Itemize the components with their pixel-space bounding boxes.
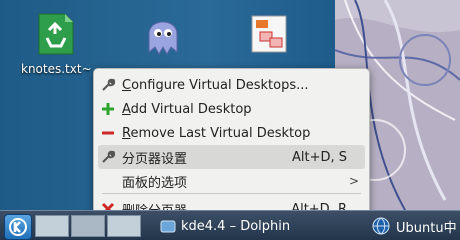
task-label: kde4.4 – Dolphin bbox=[181, 218, 291, 234]
taskbar: kde4.4 – Dolphin Ubuntu中 bbox=[0, 210, 460, 240]
context-menu: Configure Virtual Desktops... Add Virtua… bbox=[93, 68, 370, 225]
dolphin-icon bbox=[160, 218, 176, 234]
pager-desktop-3[interactable] bbox=[107, 215, 141, 237]
ghost-icon bbox=[148, 21, 178, 56]
chevron-right-icon: > bbox=[348, 174, 359, 188]
globe-icon bbox=[372, 217, 390, 235]
task-label: Ubuntu中 bbox=[396, 220, 457, 236]
menu-item-label: 面板的选项 bbox=[122, 175, 188, 191]
menu-item-pager-settings[interactable]: 分页器设置 Alt+D, S bbox=[98, 145, 365, 169]
menu-item-label: Configure Virtual Desktops... bbox=[122, 77, 309, 93]
kde-menu-button[interactable] bbox=[4, 214, 32, 240]
menu-item-label: 分页器设置 bbox=[122, 151, 188, 167]
menu-item-label: Add Virtual Desktop bbox=[122, 101, 252, 117]
menu-item-shortcut: Alt+D, S bbox=[291, 149, 347, 165]
wrench-icon bbox=[100, 77, 116, 93]
wrench-icon bbox=[100, 149, 116, 165]
kde-logo-icon bbox=[9, 218, 27, 236]
desktop-icon-ghost[interactable] bbox=[128, 12, 198, 56]
desktop-icon-knotes[interactable]: knotes.txt~ bbox=[21, 12, 92, 76]
menu-separator bbox=[102, 193, 361, 194]
menu-item-label: Remove Last Virtual Desktop bbox=[122, 125, 311, 141]
desktop-icon-presentation[interactable] bbox=[234, 14, 304, 54]
task-dolphin[interactable]: kde4.4 – Dolphin bbox=[160, 214, 330, 238]
presentation-icon bbox=[251, 15, 287, 53]
menu-item-configure-virtual-desktops[interactable]: Configure Virtual Desktops... bbox=[98, 73, 365, 97]
menu-item-panel-options[interactable]: 面板的选项 > bbox=[98, 169, 365, 193]
menu-item-add-virtual-desktop[interactable]: Add Virtual Desktop bbox=[98, 97, 365, 121]
menu-item-remove-last-virtual-desktop[interactable]: Remove Last Virtual Desktop bbox=[98, 121, 365, 145]
pager-desktop-2[interactable] bbox=[71, 215, 105, 237]
plus-icon bbox=[100, 101, 116, 117]
desktop-icon-caption: knotes.txt~ bbox=[21, 62, 92, 76]
pager-desktop-1[interactable] bbox=[35, 215, 69, 237]
task-ubuntu[interactable]: Ubuntu中 bbox=[372, 214, 460, 238]
recycle-icon bbox=[38, 13, 74, 55]
minus-icon bbox=[100, 125, 116, 141]
desktop[interactable]: knotes.txt~ Configure Virtual Desktops..… bbox=[0, 0, 460, 240]
